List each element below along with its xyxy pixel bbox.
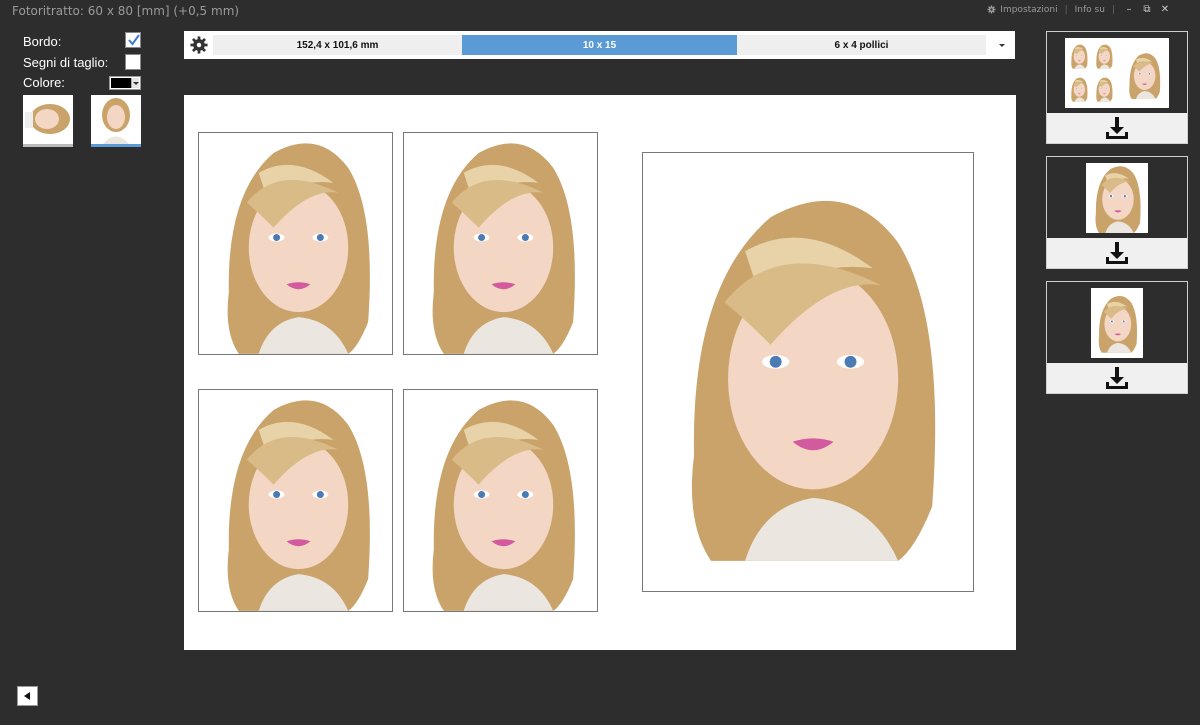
format-selector: 152,4 x 101,6 mm 10 x 15 6 x 4 pollici: [213, 35, 986, 55]
format-option-mm[interactable]: 152,4 x 101,6 mm: [213, 35, 462, 55]
format-option-inches[interactable]: 6 x 4 pollici: [737, 35, 986, 55]
info-link[interactable]: Info su: [1075, 5, 1105, 15]
restore-icon[interactable]: ⧉: [1140, 4, 1154, 15]
large-portrait-photo[interactable]: [642, 152, 974, 592]
portrait-image: [404, 133, 597, 354]
portrait-photo[interactable]: [198, 389, 393, 612]
gear-icon: [987, 5, 996, 14]
color-swatch: [111, 78, 131, 88]
separator: |: [1064, 4, 1068, 15]
format-option-10x15[interactable]: 10 x 15: [462, 35, 737, 55]
portrait-image: [199, 390, 392, 611]
small-preview-image: [1091, 293, 1143, 353]
title-bar-actions: Impostazioni | Info su | – ⧉ ✕: [987, 4, 1172, 15]
portrait-photo[interactable]: [198, 132, 393, 355]
preset-single[interactable]: [1046, 156, 1188, 269]
cut-marks-label: Segni di taglio:: [23, 55, 109, 70]
format-toolbar: 152,4 x 101,6 mm 10 x 15 6 x 4 pollici: [184, 31, 1015, 59]
preset-preview: [1091, 288, 1143, 358]
download-bar[interactable]: [1047, 238, 1187, 268]
settings-link[interactable]: Impostazioni: [1000, 5, 1057, 15]
download-bar[interactable]: [1047, 363, 1187, 393]
portrait-thumbnail: [91, 95, 141, 144]
checkmark-icon: [128, 34, 140, 46]
sheet-preview-image: [1065, 38, 1169, 108]
preset-preview: [1065, 38, 1169, 108]
preset-preview: [1086, 163, 1148, 233]
preset-sheet[interactable]: [1046, 31, 1188, 144]
download-icon: [1106, 117, 1128, 139]
separator: |: [1111, 4, 1115, 15]
cut-marks-checkbox[interactable]: [125, 54, 141, 70]
preset-small[interactable]: [1046, 281, 1188, 394]
minimize-icon[interactable]: –: [1122, 4, 1136, 15]
print-sheet-canvas: [184, 95, 1016, 650]
chevron-down-icon[interactable]: [999, 44, 1005, 47]
single-preview-image: [1086, 163, 1148, 233]
window-title: Fotoritratto: 60 x 80 [mm] (+0,5 mm): [12, 4, 240, 18]
border-label: Bordo:: [23, 34, 62, 49]
gear-icon[interactable]: [190, 36, 208, 54]
download-bar[interactable]: [1047, 113, 1187, 143]
thumbnail-landscape[interactable]: [23, 95, 73, 147]
thumbnail-portrait[interactable]: [91, 95, 141, 147]
portrait-photo[interactable]: [403, 132, 598, 355]
chevron-down-icon[interactable]: [131, 78, 139, 88]
download-icon: [1106, 367, 1128, 389]
portrait-image: [199, 133, 392, 354]
rotated-portrait-thumbnail: [23, 95, 73, 144]
title-bar: Fotoritratto: 60 x 80 [mm] (+0,5 mm) Imp…: [0, 0, 1200, 22]
color-picker[interactable]: [109, 76, 141, 90]
close-icon[interactable]: ✕: [1158, 4, 1172, 15]
collapse-panel-button[interactable]: [17, 686, 38, 706]
color-label: Colore:: [23, 75, 65, 90]
portrait-image: [643, 183, 973, 561]
border-checkbox[interactable]: [125, 32, 141, 48]
download-icon: [1106, 242, 1128, 264]
portrait-image: [404, 390, 597, 611]
portrait-photo[interactable]: [403, 389, 598, 612]
